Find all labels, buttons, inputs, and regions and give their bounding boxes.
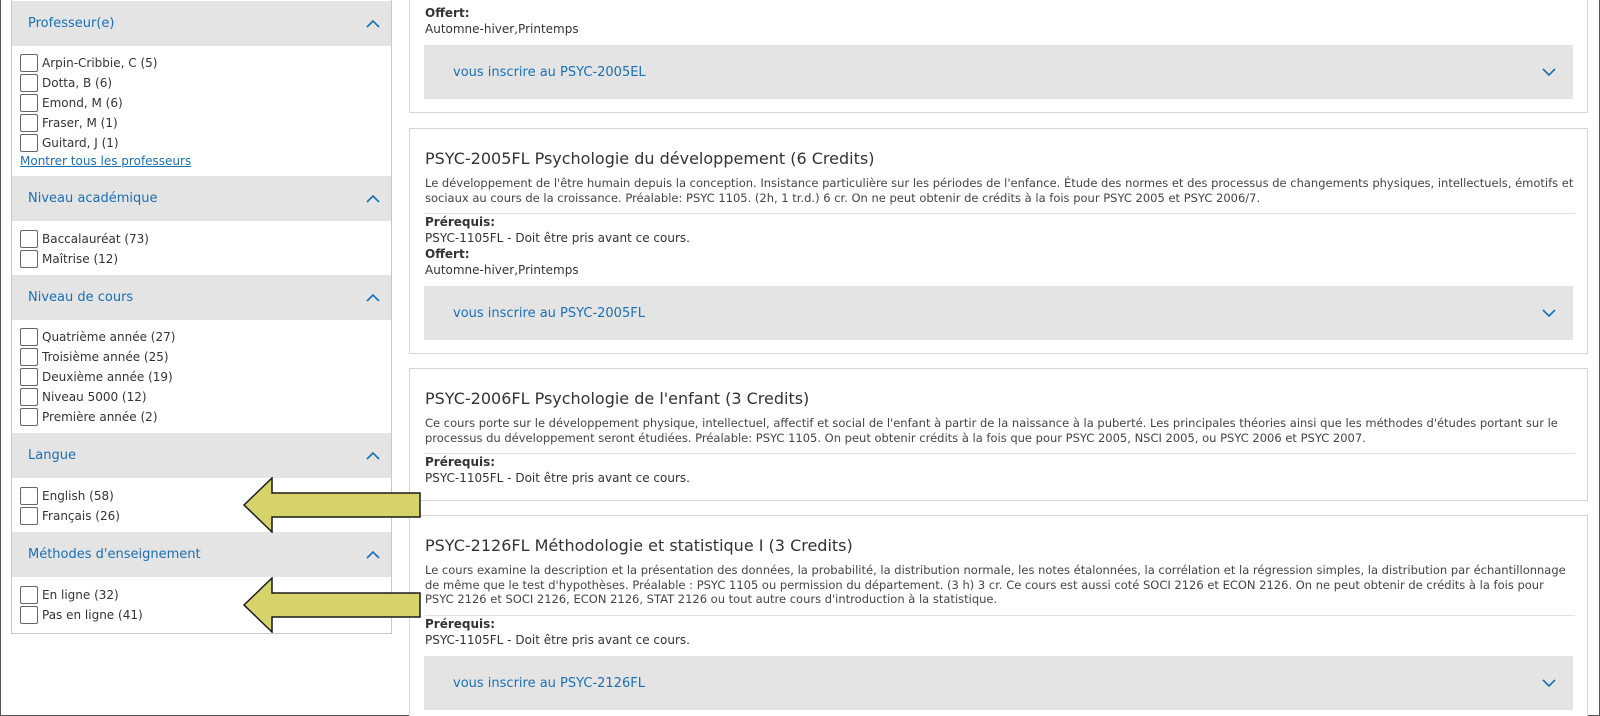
filter-option[interactable]: En ligne (32) bbox=[20, 585, 119, 605]
chevron-down-icon bbox=[1539, 303, 1559, 323]
checkbox[interactable] bbox=[20, 606, 38, 624]
filter-option-label: Fraser, M (1) bbox=[42, 116, 118, 130]
facet-header-methodes[interactable]: Méthodes d'enseignement bbox=[12, 532, 391, 577]
chevron-down-icon bbox=[1539, 673, 1559, 693]
enroll-toggle-psyc-2126fl[interactable]: vous inscrire au PSYC-2126FL bbox=[424, 656, 1573, 710]
filter-option-label: Troisième année (25) bbox=[42, 350, 169, 364]
filter-option-label: En ligne (32) bbox=[42, 588, 119, 602]
chevron-up-icon[interactable] bbox=[363, 189, 383, 209]
filter-option-label: Emond, M (6) bbox=[42, 96, 123, 110]
checkbox[interactable] bbox=[20, 134, 38, 152]
facet-header-niveau-de-cours[interactable]: Niveau de cours bbox=[12, 275, 391, 320]
filter-sidebar: Professeur(e) Arpin-Cribbie, C (5) Dotta… bbox=[11, 0, 392, 634]
filter-option[interactable]: English (58) bbox=[20, 486, 114, 506]
checkbox[interactable] bbox=[20, 408, 38, 426]
facet-title: Méthodes d'enseignement bbox=[28, 547, 201, 562]
filter-option-label: Baccalauréat (73) bbox=[42, 232, 149, 246]
checkbox[interactable] bbox=[20, 487, 38, 505]
chevron-up-icon[interactable] bbox=[363, 446, 383, 466]
checkbox[interactable] bbox=[20, 114, 38, 132]
filter-option-label: Quatrième année (27) bbox=[42, 330, 176, 344]
arrow-left-icon bbox=[243, 577, 421, 633]
divider bbox=[425, 615, 1575, 616]
arrow-left-icon bbox=[243, 477, 421, 533]
prereq-value: PSYC-1105FL - Doit être pris avant ce co… bbox=[425, 231, 690, 245]
facet-title: Niveau académique bbox=[28, 191, 158, 206]
course-title: PSYC-2005FL Psychologie du développement… bbox=[425, 149, 875, 168]
filter-option-label: Français (26) bbox=[42, 509, 120, 523]
facet-header-niveau-academique[interactable]: Niveau académique bbox=[12, 176, 391, 221]
filter-option[interactable]: Fraser, M (1) bbox=[20, 113, 118, 133]
prereq-label: Prérequis: bbox=[425, 617, 496, 631]
filter-option-label: English (58) bbox=[42, 489, 114, 503]
prereq-value: PSYC-1105FL - Doit être pris avant ce co… bbox=[425, 633, 690, 647]
course-description: Le développement de l'être humain depuis… bbox=[425, 176, 1574, 205]
chevron-up-icon[interactable] bbox=[363, 288, 383, 308]
filter-option[interactable]: Pas en ligne (41) bbox=[20, 605, 143, 625]
course-card-psyc-2005el: Offert: Automne-hiver,Printemps vous ins… bbox=[409, 0, 1588, 113]
filter-option-label: Deuxième année (19) bbox=[42, 370, 173, 384]
prereq-value: PSYC-1105FL - Doit être pris avant ce co… bbox=[425, 471, 690, 485]
prereq-label: Prérequis: bbox=[425, 455, 496, 469]
offert-value: Automne-hiver,Printemps bbox=[425, 22, 579, 36]
filter-option[interactable]: Deuxième année (19) bbox=[20, 367, 173, 387]
facet-header-langue[interactable]: Langue bbox=[12, 433, 391, 478]
filter-option-label: Arpin-Cribbie, C (5) bbox=[42, 56, 158, 70]
filter-option-label: Guitard, J (1) bbox=[42, 136, 119, 150]
checkbox[interactable] bbox=[20, 74, 38, 92]
filter-option[interactable]: Dotta, B (6) bbox=[20, 73, 112, 93]
enroll-label: vous inscrire au PSYC-2126FL bbox=[453, 675, 645, 691]
chevron-up-icon[interactable] bbox=[363, 14, 383, 34]
filter-option-label: Dotta, B (6) bbox=[42, 76, 113, 90]
facet-header-professeur[interactable]: Professeur(e) bbox=[12, 1, 391, 46]
facet-title: Professeur(e) bbox=[28, 16, 115, 31]
filter-option[interactable]: Arpin-Cribbie, C (5) bbox=[20, 53, 157, 73]
checkbox[interactable] bbox=[20, 94, 38, 112]
filter-option[interactable]: Guitard, J (1) bbox=[20, 133, 119, 153]
filter-option[interactable]: Emond, M (6) bbox=[20, 93, 123, 113]
offert-label: Offert: bbox=[425, 247, 470, 261]
enroll-label: vous inscrire au PSYC-2005FL bbox=[453, 305, 645, 321]
filter-option[interactable]: Première année (2) bbox=[20, 407, 158, 427]
checkbox[interactable] bbox=[20, 328, 38, 346]
filter-option-label: Première année (2) bbox=[42, 410, 158, 424]
show-all-professors-link[interactable]: Montrer tous les professeurs bbox=[20, 154, 191, 168]
chevron-down-icon bbox=[1539, 62, 1559, 82]
filter-option[interactable]: Niveau 5000 (12) bbox=[20, 387, 147, 407]
checkbox[interactable] bbox=[20, 586, 38, 604]
enroll-toggle-psyc-2005el[interactable]: vous inscrire au PSYC-2005EL bbox=[424, 45, 1573, 99]
checkbox[interactable] bbox=[20, 250, 38, 268]
prereq-label: Prérequis: bbox=[425, 215, 496, 229]
checkbox[interactable] bbox=[20, 230, 38, 248]
course-title: PSYC-2126FL Méthodologie et statistique … bbox=[425, 536, 853, 555]
filter-option-label: Pas en ligne (41) bbox=[42, 608, 143, 622]
chevron-up-icon[interactable] bbox=[363, 545, 383, 565]
course-description: Ce cours porte sur le développement phys… bbox=[425, 416, 1558, 445]
divider bbox=[425, 453, 1575, 454]
checkbox[interactable] bbox=[20, 368, 38, 386]
checkbox[interactable] bbox=[20, 54, 38, 72]
course-title: PSYC-2006FL Psychologie de l'enfant (3 C… bbox=[425, 389, 810, 408]
checkbox[interactable] bbox=[20, 388, 38, 406]
enroll-label: vous inscrire au PSYC-2005EL bbox=[453, 64, 646, 80]
course-card-psyc-2006fl: PSYC-2006FL Psychologie de l'enfant (3 C… bbox=[409, 368, 1588, 501]
filter-option-label: Niveau 5000 (12) bbox=[42, 390, 147, 404]
filter-option[interactable]: Quatrième année (27) bbox=[20, 327, 175, 347]
checkbox[interactable] bbox=[20, 348, 38, 366]
filter-option[interactable]: Français (26) bbox=[20, 506, 120, 526]
checkbox[interactable] bbox=[20, 507, 38, 525]
facet-title: Niveau de cours bbox=[28, 290, 134, 305]
course-description: Le cours examine la description et la pr… bbox=[425, 563, 1566, 606]
offert-label: Offert: bbox=[425, 6, 470, 20]
enroll-toggle-psyc-2005fl[interactable]: vous inscrire au PSYC-2005FL bbox=[424, 286, 1573, 340]
course-card-psyc-2126fl: PSYC-2126FL Méthodologie et statistique … bbox=[409, 515, 1588, 716]
filter-option[interactable]: Maîtrise (12) bbox=[20, 249, 118, 269]
filter-option-label: Maîtrise (12) bbox=[42, 252, 119, 266]
course-card-psyc-2005fl: PSYC-2005FL Psychologie du développement… bbox=[409, 128, 1588, 354]
filter-option[interactable]: Troisième année (25) bbox=[20, 347, 169, 367]
offert-value: Automne-hiver,Printemps bbox=[425, 263, 579, 277]
facet-title: Langue bbox=[28, 448, 76, 463]
filter-option[interactable]: Baccalauréat (73) bbox=[20, 229, 149, 249]
divider bbox=[425, 213, 1575, 214]
